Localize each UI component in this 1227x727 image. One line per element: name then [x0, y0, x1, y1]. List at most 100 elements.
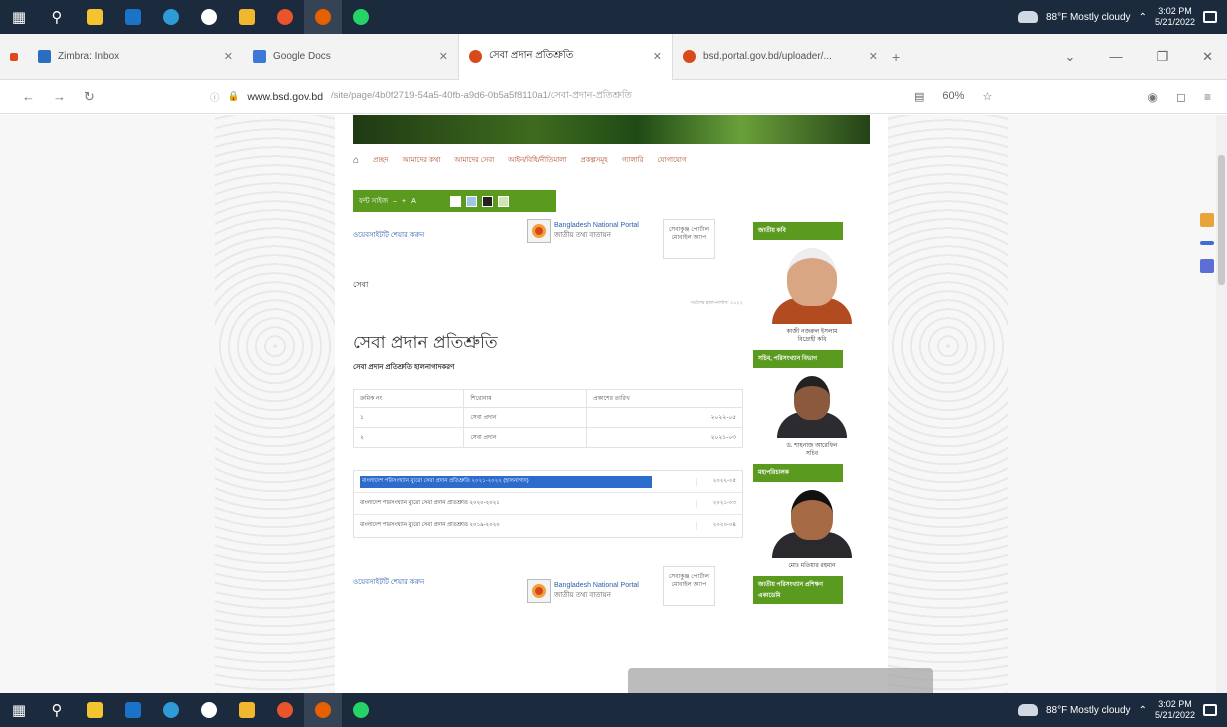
list-item[interactable]: বাংলাদেশ পরিসংখ্যান ব্যুরো সেবা প্রদান প…	[354, 515, 742, 537]
search-icon: ⚲	[51, 9, 63, 26]
scrollbar-thumb[interactable]	[1218, 155, 1225, 285]
taskbar-app-whatsapp2[interactable]	[342, 0, 380, 34]
page-scrollbar[interactable]	[1216, 115, 1227, 693]
menu-icon[interactable]: ≡	[1204, 90, 1211, 104]
office-icon[interactable]	[1200, 213, 1214, 227]
chevron-up-icon[interactable]: ⌃	[1139, 12, 1147, 23]
taskbar-app-outlook[interactable]	[114, 0, 152, 34]
start-button[interactable]: ▦	[0, 693, 38, 727]
close-icon[interactable]: ✕	[869, 50, 878, 63]
notification-icon[interactable]	[1203, 11, 1217, 23]
last-updated: সর্বশেষ হাল-নাগাদ: ২০২২	[690, 300, 743, 306]
taskbar-app-whatsapp[interactable]	[190, 0, 228, 34]
clock[interactable]: 3:02 PM 5/21/2022	[1155, 6, 1195, 28]
weather-text[interactable]: 88°F Mostly cloudy	[1046, 12, 1131, 23]
menu-item[interactable]: আমাদের সেবা	[454, 154, 494, 166]
table-cell[interactable]: সেবা প্রদান	[463, 427, 588, 448]
clock[interactable]: 3:02 PM 5/21/2022	[1155, 699, 1195, 721]
list-item[interactable]: বাংলাদেশ পরিসংখ্যান ব্যুরো সেবা প্রদান প…	[354, 493, 742, 515]
search-button[interactable]: ⚲	[38, 0, 76, 34]
taskbar-app-chrome[interactable]	[266, 693, 304, 727]
search-button[interactable]: ⚲	[38, 693, 76, 727]
share-website-link[interactable]: ওয়েবসাইটটি শেয়ার করুন	[353, 576, 513, 616]
home-icon[interactable]: ⌂	[353, 155, 359, 166]
taskbar-app-edge[interactable]	[152, 693, 190, 727]
theme-dark-button[interactable]	[481, 195, 493, 207]
close-icon[interactable]: ✕	[439, 50, 448, 63]
tab-zimbra[interactable]: Zimbra: Inbox ✕	[28, 34, 243, 80]
weather-text[interactable]: 88°F Mostly cloudy	[1046, 705, 1131, 716]
taskbar-app-whatsapp2[interactable]	[342, 693, 380, 727]
tab-portal-uploader[interactable]: bsd.portal.gov.bd/uploader/... ✕	[673, 34, 888, 80]
forward-icon[interactable]: →	[53, 89, 66, 105]
notice-title[interactable]: বাংলাদেশ পরিসংখ্যান ব্যুরো সেবা প্রদান প…	[360, 475, 652, 488]
taskbar-app-edge[interactable]	[152, 0, 190, 34]
menu-item[interactable]: যোগাযোগ	[658, 154, 687, 166]
zoom-level[interactable]: 60%	[942, 90, 964, 103]
taskbar-app-files[interactable]	[228, 693, 266, 727]
taskbar-app-sticky[interactable]	[76, 0, 114, 34]
menu-item[interactable]: আমাদের কথা	[403, 154, 441, 166]
edge-icon	[163, 702, 179, 718]
sidebar-person[interactable]: কাজী নজরুল ইসলাম বিদ্রোহী কবি	[753, 328, 871, 344]
portrait-photo[interactable]	[772, 490, 852, 558]
taskbar-app-files[interactable]	[228, 0, 266, 34]
table-cell[interactable]: সেবা প্রদান	[463, 407, 588, 428]
notice-title[interactable]: বাংলাদেশ পরিসংখ্যান ব্যুরো সেবা প্রদান প…	[360, 500, 696, 508]
sidebar-heading[interactable]: জাতীয় পরিসংখ্যান প্রশিক্ষণ একাডেমি	[753, 576, 843, 604]
menu-item[interactable]: আইন/বিধি/নীতিমালা	[508, 154, 566, 166]
theme-white-button[interactable]	[449, 195, 461, 207]
theme-blue-button[interactable]	[465, 195, 477, 207]
sidebar-person[interactable]: ড. শাহনাজ আরেফিন সচিব	[753, 442, 871, 458]
app-box[interactable]: সেবাকুঞ্জ পোর্টাল মোবাইল অ্যাপ	[662, 566, 715, 606]
bookmark-star-icon[interactable]: ☆	[982, 90, 992, 103]
back-icon[interactable]: ←	[22, 89, 35, 105]
app-box[interactable]: সেবাকুঞ্জ পোর্টাল মোবাইল অ্যাপ	[662, 219, 715, 259]
taskbar-app-chrome[interactable]	[266, 0, 304, 34]
reader-view-icon[interactable]: ▤	[914, 90, 924, 103]
start-button[interactable]: ▦	[0, 0, 38, 34]
national-portal-link[interactable]: Bangladesh National Portal জাতীয় তথ্য ব…	[527, 566, 639, 616]
reload-icon[interactable]: ↻	[84, 89, 95, 105]
taskbar-app-firefox[interactable]	[304, 693, 342, 727]
tab-google-docs[interactable]: Google Docs ✕	[243, 34, 458, 80]
minimize-icon[interactable]: —	[1109, 49, 1122, 64]
outlook-icon[interactable]	[1200, 241, 1214, 245]
taskbar-app-whatsapp[interactable]	[190, 693, 228, 727]
tab-service-charter[interactable]: সেবা প্রদান প্রতিশ্রুতি ✕	[458, 33, 673, 80]
list-item[interactable]: বাংলাদেশ পরিসংখ্যান ব্যুরো সেবা প্রদান প…	[354, 471, 742, 493]
sidebar-person[interactable]: মোঃ মতিয়ার রহমান	[753, 562, 871, 570]
font-increase-button[interactable]: A	[411, 198, 416, 205]
tab-actions-icon[interactable]: ⌄	[1065, 49, 1076, 65]
notification-icon[interactable]	[1203, 704, 1217, 716]
extension-icon[interactable]	[1200, 259, 1214, 273]
restore-icon[interactable]: ❐	[1156, 49, 1168, 65]
portrait-photo[interactable]	[772, 376, 852, 438]
notice-title[interactable]: বাংলাদেশ পরিসংখ্যান ব্যুরো সেবা প্রদান প…	[360, 522, 696, 530]
portrait-photo[interactable]	[772, 248, 852, 324]
browser-sidebar-icons	[1200, 213, 1214, 273]
floating-toolbar[interactable]	[628, 668, 933, 693]
info-icon[interactable]: ⓘ	[210, 90, 220, 104]
theme-green-button[interactable]	[497, 195, 509, 207]
extensions-icon[interactable]: ◻	[1176, 90, 1186, 104]
chevron-up-icon[interactable]: ⌃	[1139, 705, 1147, 716]
new-tab-icon[interactable]: +	[892, 49, 900, 65]
share-website-link[interactable]: ওয়েবসাইটটি শেয়ার করুন	[353, 229, 513, 241]
close-window-icon[interactable]: ✕	[1202, 49, 1213, 65]
menu-item[interactable]: প্রকল্পসমূহ	[581, 154, 608, 166]
menu-item[interactable]: প্রচ্ছদ	[373, 154, 389, 166]
url-field[interactable]: ⓘ 🔒 www.bsd.gov.bd /site/page/4b0f2719-5…	[210, 89, 900, 104]
background-pattern	[215, 115, 335, 693]
taskbar-app-outlook[interactable]	[114, 693, 152, 727]
close-icon[interactable]: ✕	[653, 50, 662, 63]
taskbar-app-sticky[interactable]	[76, 693, 114, 727]
taskbar-app-firefox[interactable]	[304, 0, 342, 34]
menu-item[interactable]: গ্যালারি	[622, 154, 644, 166]
national-portal-link[interactable]: Bangladesh National Portal জাতীয় তথ্য ব…	[527, 219, 639, 243]
tab-list-button[interactable]	[0, 34, 28, 80]
pocket-icon[interactable]: ◉	[1148, 90, 1158, 104]
font-decrease-button[interactable]: –	[393, 198, 397, 205]
close-icon[interactable]: ✕	[224, 50, 233, 63]
font-reset-button[interactable]: +	[402, 198, 406, 205]
